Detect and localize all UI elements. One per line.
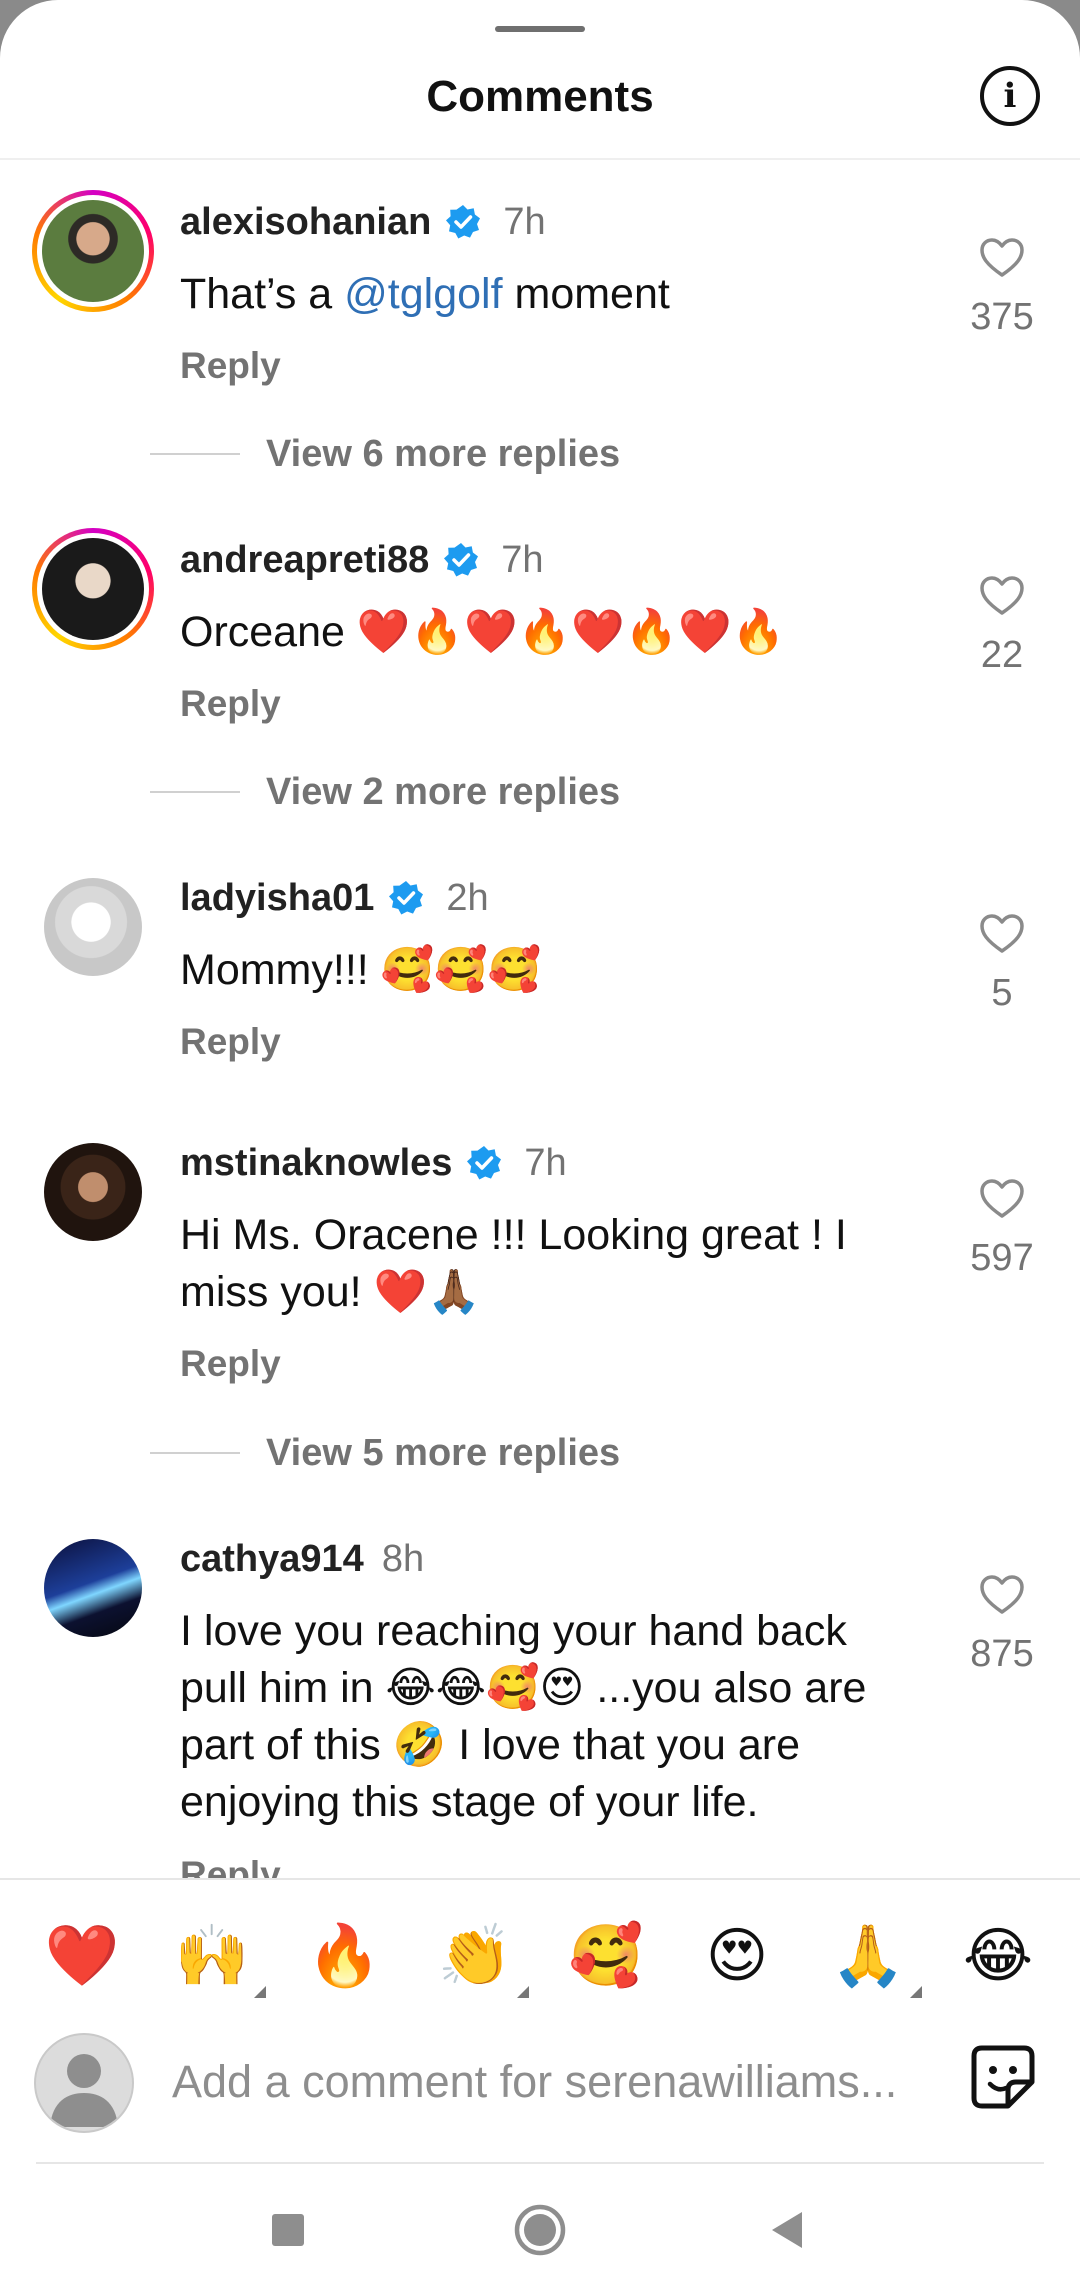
avatar[interactable] (32, 528, 154, 650)
like-count: 597 (970, 1237, 1034, 1279)
info-icon[interactable]: i (980, 66, 1040, 126)
comments-header: Comments i (0, 0, 1080, 160)
home-circle-icon[interactable] (510, 2200, 570, 2260)
comment-text: That’s a @tglgolf moment (180, 270, 670, 318)
like-count: 875 (970, 1633, 1034, 1675)
page-title: Comments (426, 72, 654, 121)
quick-emoji-bar: ❤️ 🙌 🔥 👏 🥰 😍 🙏 😂 (0, 1878, 1080, 2020)
username[interactable]: mstinaknowles (180, 1142, 452, 1185)
comment-header: mstinaknowles 7h (180, 1141, 567, 1185)
like-count: 375 (970, 296, 1034, 338)
comment-text: Hi Ms. Oracene !!! Looking great ! I mis… (180, 1211, 847, 1316)
avatar[interactable] (32, 190, 154, 312)
comment-text: Mommy!!! 🥰🥰🥰 (180, 946, 542, 994)
folded-hands-emoji[interactable]: 🙏 (828, 1916, 922, 1998)
heart-outline-icon[interactable] (980, 576, 1024, 616)
red-heart-emoji[interactable]: ❤️ (42, 1916, 122, 1996)
smiling-face-with-hearts-emoji[interactable]: 🥰 (566, 1916, 646, 1996)
view-more-replies[interactable]: View 5 more replies (150, 1431, 620, 1475)
like-control: 597 (940, 1179, 1064, 1280)
like-count: 5 (991, 972, 1013, 1014)
avatar[interactable] (44, 1143, 142, 1241)
like-control: 375 (940, 238, 1064, 339)
like-control: 875 (940, 1575, 1064, 1676)
heart-outline-icon[interactable] (980, 1179, 1024, 1219)
comment-time: 7h (503, 200, 546, 243)
comments-list[interactable]: alexisohanian 7h That’s a @tglgolf momen… (0, 160, 1080, 1878)
drag-handle[interactable] (495, 26, 585, 32)
username[interactable]: ladyisha01 (180, 877, 374, 920)
heart-outline-icon[interactable] (980, 914, 1024, 954)
verified-badge-icon (443, 542, 479, 578)
comment-input[interactable] (170, 2046, 944, 2118)
reply-button[interactable]: Reply (180, 345, 281, 387)
comment-time: 7h (501, 538, 544, 581)
recents-square-icon[interactable] (258, 2200, 318, 2260)
comment-header: ladyisha01 2h (180, 876, 489, 920)
reply-button[interactable]: Reply (180, 1854, 281, 1878)
reply-button[interactable]: Reply (180, 683, 281, 725)
comment-header: andreapreti88 7h (180, 538, 544, 582)
heart-eyes-emoji[interactable]: 😍 (697, 1916, 777, 1996)
heart-outline-icon[interactable] (980, 238, 1024, 278)
fire-emoji[interactable]: 🔥 (304, 1916, 384, 1996)
verified-badge-icon (388, 880, 424, 916)
verified-badge-icon (466, 1145, 502, 1181)
system-navigation-bar (0, 2164, 1080, 2293)
comment-time: 7h (524, 1141, 567, 1184)
comment-text: Orceane ❤️🔥❤️🔥❤️🔥❤️🔥 (180, 608, 786, 656)
mention-link[interactable]: @tglgolf (344, 270, 502, 318)
heart-outline-icon[interactable] (980, 1575, 1024, 1615)
avatar[interactable] (44, 878, 142, 976)
like-control: 22 (940, 576, 1064, 677)
comment-composer (0, 2018, 1080, 2164)
view-more-replies[interactable]: View 2 more replies (150, 770, 620, 814)
username[interactable]: andreapreti88 (180, 539, 429, 582)
comments-sheet: Comments i alexisohanian 7h That’s a @tg… (0, 0, 1080, 2293)
profile-avatar-icon (34, 2033, 134, 2133)
raising-hands-emoji[interactable]: 🙌 (172, 1916, 266, 1998)
tears-of-joy-emoji[interactable]: 😂 (958, 1916, 1038, 1996)
reply-button[interactable]: Reply (180, 1021, 281, 1063)
comment-header: alexisohanian 7h (180, 200, 546, 244)
comment-text: I love you reaching your hand back pull … (180, 1607, 867, 1826)
like-count: 22 (980, 634, 1024, 676)
reply-button[interactable]: Reply (180, 1343, 281, 1385)
comment-header: cathya914 8h (180, 1537, 424, 1581)
avatar[interactable] (44, 1539, 142, 1637)
clapping-hands-emoji[interactable]: 👏 (435, 1916, 529, 1998)
username[interactable]: cathya914 (180, 1538, 364, 1581)
verified-badge-icon (445, 204, 481, 240)
comment-time: 8h (381, 1537, 425, 1580)
view-more-replies[interactable]: View 6 more replies (150, 432, 620, 476)
like-control: 5 (940, 914, 1064, 1015)
sticker-icon[interactable] (968, 2042, 1038, 2112)
username[interactable]: alexisohanian (180, 201, 431, 244)
comment-time: 2h (446, 876, 489, 919)
back-triangle-icon[interactable] (760, 2200, 820, 2260)
